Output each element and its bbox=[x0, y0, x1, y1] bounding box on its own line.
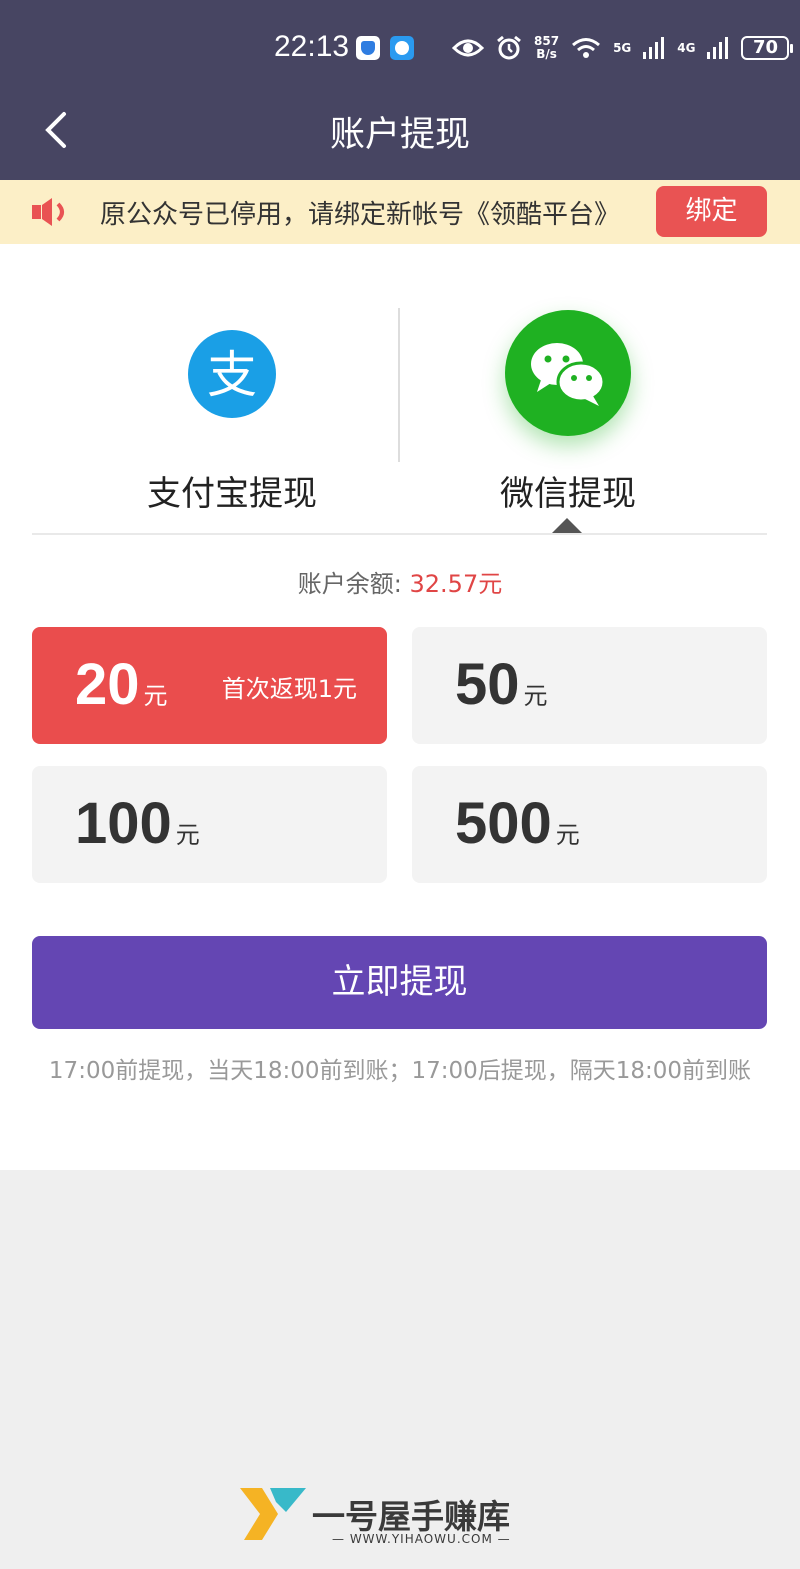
wechat-icon bbox=[505, 310, 631, 436]
signal-icon bbox=[643, 37, 665, 59]
page-title: 账户提现 bbox=[329, 115, 470, 155]
eye-icon bbox=[452, 39, 484, 57]
svg-text:支: 支 bbox=[207, 346, 257, 404]
signal-5g-label: 5G bbox=[613, 40, 632, 55]
notice-bar: 原公众号已停用，请绑定新帐号《领酷平台》 绑定 bbox=[0, 180, 800, 244]
shield-app-icon bbox=[356, 36, 380, 60]
selected-pointer bbox=[552, 518, 582, 533]
speaker-icon bbox=[32, 198, 64, 226]
amount-value: 50 元 bbox=[455, 652, 548, 717]
battery-icon: 70 bbox=[741, 36, 794, 60]
status-time: 22:13 bbox=[274, 30, 350, 63]
amount-promo: 首次返现1元 bbox=[221, 675, 357, 703]
amount-value: 500 元 bbox=[455, 791, 580, 856]
net-speed: 857 B/s bbox=[534, 34, 560, 61]
amount-value: 100 元 bbox=[75, 791, 200, 856]
method-wechat[interactable]: 微信提现 bbox=[368, 244, 768, 532]
withdraw-button[interactable]: 立即提现 bbox=[32, 936, 767, 1029]
signal-icon-2 bbox=[707, 37, 729, 59]
amount-option-20[interactable]: 20 元 首次返现1元 bbox=[32, 627, 387, 744]
method-underline bbox=[32, 533, 767, 535]
balance-amount: 32.57元 bbox=[409, 570, 503, 598]
wifi-icon bbox=[572, 38, 601, 58]
status-bar: 22:13 857 B/s 5G 4G 70 bbox=[0, 28, 800, 68]
bind-button[interactable]: 绑定 bbox=[656, 186, 767, 237]
balance-row: 账户余额: 32.57元 bbox=[0, 564, 800, 599]
withdraw-note: 17:00前提现，当天18:00前到账；17:00后提现，隔天18:00前到账 bbox=[48, 1058, 752, 1084]
signal-4g-label: 4G bbox=[677, 40, 696, 55]
message-app-icon bbox=[390, 36, 414, 60]
logo-mark-icon bbox=[240, 1488, 306, 1540]
balance-label: 账户余额: bbox=[297, 570, 402, 598]
amount-value: 20 元 bbox=[75, 652, 168, 717]
watermark-logo: 一号屋手赚库 — WWW.YIHAOWU.COM — bbox=[240, 1488, 540, 1552]
amount-option-500[interactable]: 500 元 bbox=[412, 766, 767, 883]
app-header: 22:13 857 B/s 5G 4G 70 账户提现 bbox=[0, 0, 800, 180]
alipay-icon: 支 bbox=[188, 330, 276, 418]
amount-option-50[interactable]: 50 元 bbox=[412, 627, 767, 744]
logo-text: 一号屋手赚库 bbox=[312, 1497, 510, 1536]
amount-option-100[interactable]: 100 元 bbox=[32, 766, 387, 883]
alarm-icon bbox=[497, 35, 521, 60]
logo-url: — WWW.YIHAOWU.COM — bbox=[332, 1532, 511, 1546]
withdraw-card: 支 支付宝提现 微信提现 账户余额: 32.57元 20 元 首次返现1元 50 元… bbox=[0, 244, 800, 1170]
method-wechat-label: 微信提现 bbox=[500, 474, 636, 514]
notice-text: 原公众号已停用，请绑定新帐号《领酷平台》 bbox=[100, 200, 621, 230]
status-icons: 857 B/s 5G 4G 70 bbox=[452, 32, 794, 64]
